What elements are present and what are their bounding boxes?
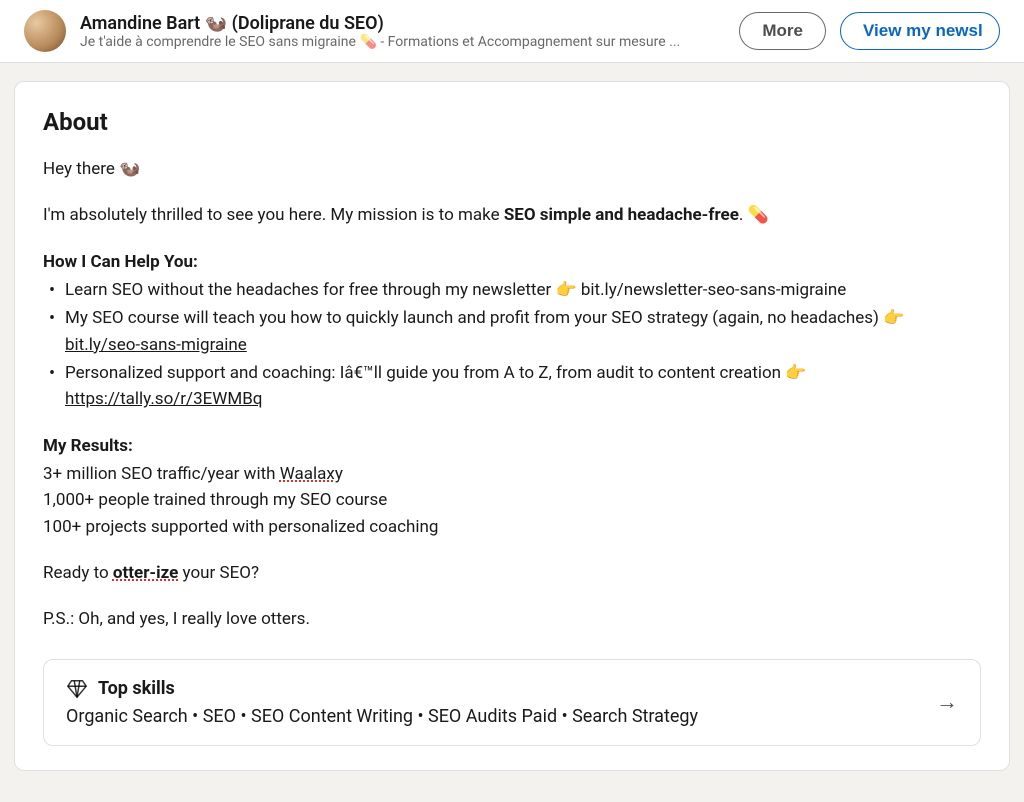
- list-item: My SEO course will teach you how to quic…: [43, 305, 981, 358]
- intro-line: I'm absolutely thrilled to see you here.…: [43, 202, 981, 228]
- arrow-right-icon[interactable]: →: [936, 689, 958, 715]
- r1-prefix: 3+ million SEO traffic/year with: [43, 464, 280, 484]
- skills-left: Top skills Organic Search • SEO • SEO Co…: [66, 678, 918, 727]
- intro-suffix: . 💊: [739, 205, 769, 225]
- bullet2-prefix: My SEO course will teach you how to quic…: [65, 308, 904, 328]
- result-line: 3+ million SEO traffic/year with Waalaxy: [43, 461, 981, 487]
- intro-prefix: I'm absolutely thrilled to see you here.…: [43, 205, 504, 225]
- cta-line: Ready to otter-ize your SEO?: [43, 560, 981, 586]
- cta-suffix: your SEO?: [178, 563, 259, 583]
- profile-tagline: Je t'aide à comprendre le SEO sans migra…: [80, 34, 725, 50]
- profile-header: Amandine Bart 🦦 (Doliprane du SEO) Je t'…: [0, 0, 1024, 63]
- coaching-link[interactable]: https://tally.so/r/3EWMBq: [65, 389, 262, 409]
- results-block: 3+ million SEO traffic/year with Waalaxy…: [43, 461, 981, 540]
- result-line: 1,000+ people trained through my SEO cou…: [43, 487, 981, 513]
- r1-wavy: Waalaxy: [280, 464, 343, 484]
- list-item: Learn SEO without the headaches for free…: [43, 277, 981, 303]
- help-list: Learn SEO without the headaches for free…: [43, 277, 981, 413]
- profile-name[interactable]: Amandine Bart 🦦 (Doliprane du SEO): [80, 13, 725, 34]
- list-item: Personalized support and coaching: Iâ€™l…: [43, 360, 981, 413]
- seo-course-link[interactable]: bit.ly/seo-sans-migraine: [65, 335, 247, 355]
- cta-wavy: otter-ize: [113, 563, 178, 583]
- result-line: 100+ projects supported with personalize…: [43, 514, 981, 540]
- diamond-icon: [66, 678, 88, 700]
- about-card: About Hey there 🦦 I'm absolutely thrille…: [14, 81, 1010, 771]
- cta-prefix: Ready to: [43, 563, 113, 583]
- ps-line: P.S.: Oh, and yes, I really love otters.: [43, 606, 981, 632]
- avatar[interactable]: [24, 10, 66, 52]
- about-body: Hey there 🦦 I'm absolutely thrilled to s…: [43, 156, 981, 633]
- greeting-line: Hey there 🦦: [43, 156, 981, 182]
- skills-list: Organic Search • SEO • SEO Content Writi…: [66, 706, 918, 727]
- more-button[interactable]: More: [739, 12, 826, 50]
- results-heading: My Results:: [43, 433, 981, 459]
- view-newsletter-button[interactable]: View my newsl: [840, 12, 1000, 50]
- intro-bold: SEO simple and headache-free: [504, 205, 739, 225]
- bullet3-prefix: Personalized support and coaching: Iâ€™l…: [65, 363, 806, 383]
- help-heading: How I Can Help You:: [43, 249, 981, 275]
- greeting-text: Hey there: [43, 159, 119, 179]
- about-title: About: [43, 108, 981, 136]
- otter-emoji: 🦦: [119, 159, 140, 179]
- header-text: Amandine Bart 🦦 (Doliprane du SEO) Je t'…: [80, 13, 725, 50]
- top-skills-box[interactable]: Top skills Organic Search • SEO • SEO Co…: [43, 659, 981, 746]
- skills-title: Top skills: [98, 678, 175, 699]
